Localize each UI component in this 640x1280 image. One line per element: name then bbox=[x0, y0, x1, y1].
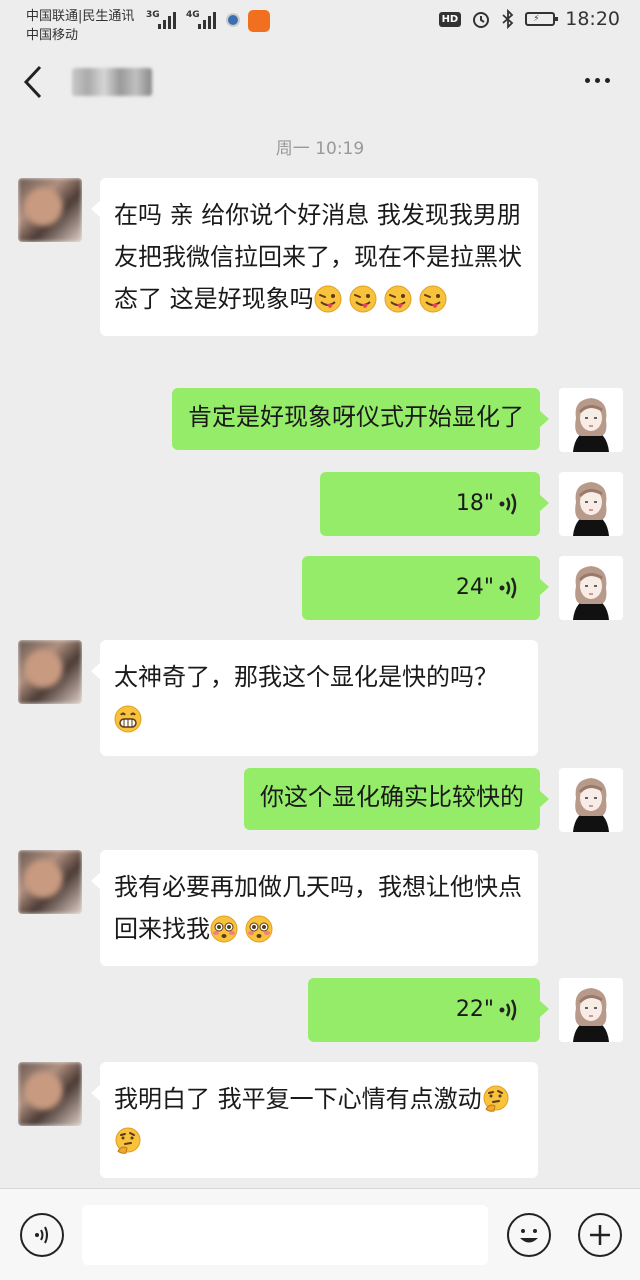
message-bubble-incoming[interactable]: 在吗 亲 给你说个好消息 我发现我男朋友把我微信拉回来了，现在不是拉黑状态了 这… bbox=[91, 178, 538, 336]
my-avatar[interactable] bbox=[559, 768, 623, 832]
contact-avatar[interactable] bbox=[18, 178, 82, 242]
message-bubble-incoming[interactable]: 我有必要再加做几天吗，我想让他快点回来找我 bbox=[91, 850, 538, 966]
girl-avatar-icon bbox=[559, 978, 623, 1042]
grin-emoji-icon bbox=[114, 705, 142, 733]
emoji-icon bbox=[520, 1229, 538, 1243]
signal-icon-1 bbox=[158, 11, 176, 29]
thinking-emoji-icon bbox=[482, 1085, 510, 1113]
contact-avatar[interactable] bbox=[18, 1062, 82, 1126]
message-input[interactable] bbox=[82, 1205, 488, 1265]
back-button[interactable] bbox=[22, 64, 44, 100]
uc-browser-icon bbox=[248, 10, 270, 32]
voice-wave-icon bbox=[499, 493, 517, 515]
flushed-emoji-icon bbox=[245, 915, 273, 943]
tongue-wink-emoji-icon bbox=[349, 285, 377, 313]
my-avatar[interactable] bbox=[559, 556, 623, 620]
message-bubble-outgoing[interactable]: 肯定是好现象呀仪式开始显化了 bbox=[172, 388, 549, 450]
input-bar bbox=[0, 1188, 640, 1280]
message-text: 你这个显化确实比较快的 bbox=[260, 783, 524, 811]
message-text: 我有必要再加做几天吗，我想让他快点回来找我 bbox=[114, 873, 522, 943]
message-bubble-incoming[interactable]: 我明白了 我平复一下心情有点激动 bbox=[91, 1062, 538, 1178]
message-bubble-outgoing[interactable]: 你这个显化确实比较快的 bbox=[244, 768, 549, 830]
carrier-2: 中国移动 bbox=[26, 28, 79, 43]
my-avatar[interactable] bbox=[559, 388, 623, 452]
plus-icon bbox=[590, 1225, 610, 1245]
back-arrow-icon bbox=[23, 65, 42, 99]
voice-wave-icon bbox=[499, 999, 517, 1021]
alarm-icon bbox=[473, 12, 490, 28]
battery-icon: ⚡ bbox=[525, 12, 559, 26]
message-text: 肯定是好现象呀仪式开始显化了 bbox=[188, 403, 524, 431]
app-notification-icon bbox=[226, 13, 240, 27]
girl-avatar-icon bbox=[559, 472, 623, 536]
voice-message-bubble[interactable]: 24" bbox=[302, 556, 549, 620]
flushed-emoji-icon bbox=[210, 915, 238, 943]
hd-icon: HD bbox=[438, 11, 462, 27]
more-icon bbox=[585, 78, 590, 83]
more-button[interactable] bbox=[585, 78, 610, 83]
girl-avatar-icon bbox=[559, 768, 623, 832]
my-avatar[interactable] bbox=[559, 978, 623, 1042]
voice-duration: 24" bbox=[455, 575, 494, 600]
message-text: 我明白了 我平复一下心情有点激动 bbox=[114, 1085, 482, 1113]
status-bar: 中国联通|民生通讯 中国移动 3G 4G HD ⚡ 18:20 bbox=[0, 0, 640, 44]
voice-message-bubble[interactable]: 22" bbox=[308, 978, 549, 1042]
carrier-1: 中国联通|民生通讯 bbox=[26, 9, 135, 24]
tongue-wink-emoji-icon bbox=[384, 285, 412, 313]
contact-avatar[interactable] bbox=[18, 850, 82, 914]
clock: 18:20 bbox=[565, 8, 620, 30]
girl-avatar-icon bbox=[559, 388, 623, 452]
signal-icon-2 bbox=[198, 11, 216, 29]
voice-wave-icon bbox=[499, 577, 517, 599]
voice-message-bubble[interactable]: 18" bbox=[320, 472, 549, 536]
chat-timestamp: 周一 10:19 bbox=[275, 139, 365, 159]
emoji-button[interactable] bbox=[507, 1213, 551, 1257]
voice-input-icon bbox=[35, 1226, 48, 1244]
contact-avatar[interactable] bbox=[18, 640, 82, 704]
my-avatar[interactable] bbox=[559, 472, 623, 536]
tongue-wink-emoji-icon bbox=[419, 285, 447, 313]
chat-header bbox=[0, 44, 640, 120]
tongue-wink-emoji-icon bbox=[314, 285, 342, 313]
more-functions-button[interactable] bbox=[578, 1213, 622, 1257]
voice-input-button[interactable] bbox=[20, 1213, 64, 1257]
voice-duration: 22" bbox=[455, 997, 494, 1022]
voice-duration: 18" bbox=[455, 491, 494, 516]
thinking-emoji-icon bbox=[114, 1127, 142, 1155]
bluetooth-icon bbox=[502, 9, 514, 29]
message-text: 太神奇了，那我这个显化是快的吗？ bbox=[114, 663, 498, 691]
message-bubble-incoming[interactable]: 太神奇了，那我这个显化是快的吗？ bbox=[91, 640, 538, 756]
girl-avatar-icon bbox=[559, 556, 623, 620]
contact-name-blurred bbox=[72, 68, 152, 96]
